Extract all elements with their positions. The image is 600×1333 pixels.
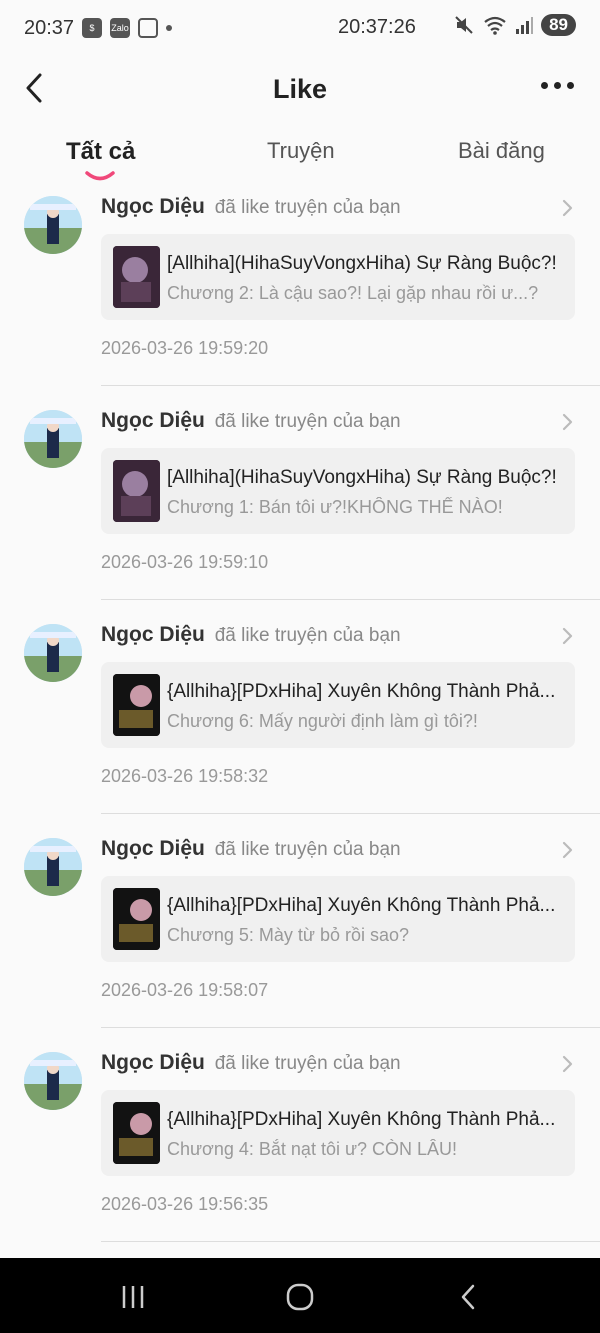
chapter-title: Chương 2: Là cậu sao?! Lại gặp nhau rồi … — [167, 283, 539, 303]
status-clock: 20:37:26 — [338, 16, 416, 38]
dot-icon — [166, 25, 173, 31]
user-name[interactable]: Ngọc Diệu — [101, 195, 205, 218]
app-header: Like — [0, 56, 600, 122]
story-title: [Allhiha](HihaSuyVongxHiha) Sự Ràng Buộc… — [167, 467, 557, 488]
chapter-title: Chương 5: Mày từ bỏ rồi sao? — [167, 925, 410, 945]
status-time: 20:37 — [24, 16, 75, 39]
notification-list: Ngọc Diệu đã like truyện của bạn [Allhih… — [0, 188, 600, 1258]
action-text: đã like truyện của bạn — [214, 625, 401, 646]
chevron-right-icon[interactable] — [560, 1054, 574, 1074]
story-title: {Allhiha}[PDxHiha] Xuyên Không Thành Phả… — [167, 1109, 556, 1130]
status-bar: 20:37 $ Zalo 20:37:26 89 — [0, 0, 600, 56]
avatar[interactable] — [24, 410, 82, 468]
home-icon[interactable] — [285, 1282, 315, 1312]
timestamp: 2026-03-26 19:58:32 — [101, 766, 269, 786]
back-icon[interactable] — [454, 1282, 484, 1312]
action-text: đã like truyện của bạn — [214, 411, 401, 432]
story-card[interactable]: [Allhiha](HihaSuyVongxHiha) Sự Ràng Buộc… — [101, 234, 575, 320]
story-card[interactable]: {Allhiha}[PDxHiha] Xuyên Không Thành Phả… — [101, 1090, 575, 1176]
action-text: đã like truyện của bạn — [214, 1053, 401, 1074]
divider — [101, 1027, 600, 1028]
notification-text: Ngọc Diệu đã like truyện của bạn — [101, 195, 401, 219]
battery-indicator: 89 — [541, 14, 576, 36]
avatar[interactable] — [24, 1052, 82, 1110]
story-title: {Allhiha}[PDxHiha] Xuyên Không Thành Phả… — [167, 681, 556, 702]
action-text: đã like truyện của bạn — [214, 197, 401, 218]
timestamp: 2026-03-26 19:58:07 — [101, 980, 269, 1000]
divider — [101, 813, 600, 814]
zalo-icon: Zalo — [110, 18, 131, 38]
tab-stories[interactable]: Truyện — [267, 138, 335, 164]
recent-apps-icon[interactable] — [118, 1282, 148, 1312]
more-horizontal-icon[interactable] — [541, 82, 574, 89]
story-title: [Allhiha](HihaSuyVongxHiha) Sự Ràng Buộc… — [167, 253, 557, 274]
notification-text: Ngọc Diệu đã like truyện của bạn — [101, 623, 401, 647]
list-item[interactable]: Ngọc Diệu đã like truyện của bạn {Allhih… — [0, 830, 600, 1044]
story-cover — [113, 1102, 160, 1164]
user-name[interactable]: Ngọc Diệu — [101, 623, 205, 646]
story-cover — [113, 674, 160, 736]
wifi-icon — [484, 16, 506, 35]
list-item[interactable]: Ngọc Diệu đã like truyện của bạn [Allhih… — [0, 188, 600, 402]
list-item[interactable]: Ngọc Diệu đã like truyện của bạn [Allhih… — [0, 402, 600, 616]
notification-text: Ngọc Diệu đã like truyện của bạn — [101, 1051, 401, 1075]
chapter-title: Chương 4: Bắt nạt tôi ư? CÒN LÂU! — [167, 1139, 458, 1159]
story-card[interactable]: {Allhiha}[PDxHiha] Xuyên Không Thành Phả… — [101, 662, 575, 748]
system-nav-bar — [0, 1258, 600, 1333]
signal-icon — [516, 17, 534, 34]
avatar[interactable] — [24, 196, 82, 254]
story-cover — [113, 460, 160, 522]
active-tab-indicator — [85, 171, 115, 181]
chevron-right-icon[interactable] — [560, 412, 574, 432]
timestamp: 2026-03-26 19:56:35 — [101, 1194, 269, 1214]
chevron-right-icon[interactable] — [560, 840, 574, 860]
tab-all[interactable]: Tất cả — [66, 138, 135, 166]
story-cover — [113, 246, 160, 308]
timestamp: 2026-03-26 19:59:10 — [101, 552, 269, 572]
chevron-right-icon[interactable] — [560, 626, 574, 646]
scan-icon — [138, 18, 159, 38]
notification-text: Ngọc Diệu đã like truyện của bạn — [101, 409, 401, 433]
tab-posts[interactable]: Bài đăng — [458, 138, 545, 164]
divider — [101, 1241, 600, 1242]
story-cover — [113, 888, 160, 950]
page-title: Like — [272, 74, 328, 104]
story-card[interactable]: {Allhiha}[PDxHiha] Xuyên Không Thành Phả… — [101, 876, 575, 962]
story-title: {Allhiha}[PDxHiha] Xuyên Không Thành Phả… — [167, 895, 556, 916]
mute-icon — [455, 16, 473, 34]
story-card[interactable]: [Allhiha](HihaSuyVongxHiha) Sự Ràng Buộc… — [101, 448, 575, 534]
user-name[interactable]: Ngọc Diệu — [101, 1051, 205, 1074]
divider — [101, 385, 600, 386]
chevron-right-icon[interactable] — [560, 198, 574, 218]
list-item[interactable]: Ngọc Diệu đã like truyện của bạn {Allhih… — [0, 616, 600, 830]
avatar[interactable] — [24, 838, 82, 896]
avatar[interactable] — [24, 624, 82, 682]
chapter-title: Chương 6: Mấy người định làm gì tôi?! — [167, 711, 478, 731]
action-text: đã like truyện của bạn — [214, 839, 401, 860]
notification-text: Ngọc Diệu đã like truyện của bạn — [101, 837, 401, 861]
divider — [101, 599, 600, 600]
chapter-title: Chương 1: Bán tôi ư?!KHÔNG THỂ NÀO! — [167, 497, 503, 517]
timestamp: 2026-03-26 19:59:20 — [101, 338, 269, 358]
shop-icon: $ — [82, 18, 103, 38]
list-item[interactable]: Ngọc Diệu đã like truyện của bạn {Allhih… — [0, 1044, 600, 1258]
user-name[interactable]: Ngọc Diệu — [101, 837, 205, 860]
user-name[interactable]: Ngọc Diệu — [101, 409, 205, 432]
